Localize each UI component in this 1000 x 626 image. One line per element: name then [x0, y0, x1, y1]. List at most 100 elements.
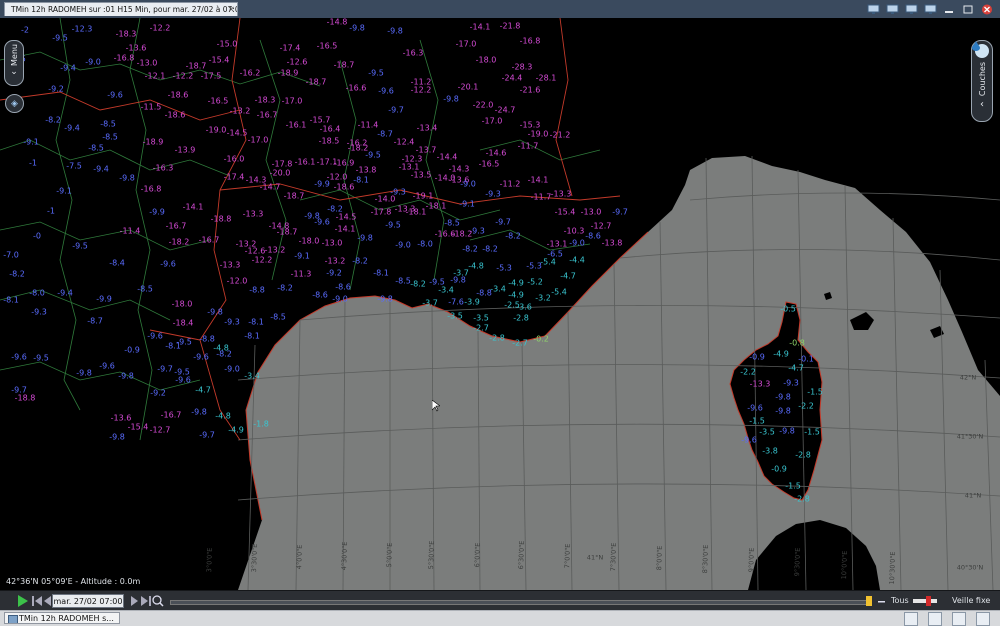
zoom-icon[interactable]	[152, 594, 164, 608]
minus-icon[interactable]	[878, 594, 885, 608]
veille-fixe-label[interactable]: Veille fixe	[952, 596, 990, 605]
temperature-label: -8.1	[353, 175, 369, 185]
temperature-label: -9.2	[150, 388, 166, 398]
play-icon[interactable]	[18, 594, 28, 608]
graticule-label: 7°30'0"E	[609, 542, 618, 572]
temperature-label: -11.4	[357, 120, 379, 130]
speed-slider-track[interactable]	[913, 599, 937, 603]
temperature-label: -18.7	[185, 61, 207, 71]
temperature-label: -13.2	[264, 245, 286, 255]
temperature-label: -9.5	[52, 33, 68, 43]
tray-icon-4[interactable]	[976, 612, 990, 626]
monitor-icon-2[interactable]	[885, 3, 899, 15]
step-back-icon[interactable]	[44, 594, 51, 608]
step-forward-icon[interactable]	[131, 594, 138, 608]
skip-end-icon[interactable]	[141, 594, 151, 608]
timeline-handle[interactable]	[866, 596, 872, 606]
timeline-track[interactable]	[170, 600, 872, 605]
current-date-field[interactable]: mar. 27/02 07:00	[52, 594, 124, 608]
temperature-label: -14.6	[485, 148, 507, 158]
monitor-icon-1[interactable]	[866, 3, 880, 15]
temperature-label: -12.3	[71, 24, 93, 34]
temperature-label: -9.5	[385, 220, 401, 230]
temperature-label: -20.0	[269, 168, 291, 178]
skip-start-icon[interactable]	[32, 594, 42, 608]
temperature-label: -9.5	[72, 241, 88, 251]
layers-tool-icon[interactable]: ◈	[5, 94, 24, 113]
window-tabbar: TMin 12h RADOMEH sur :01 H15 Min, pour m…	[0, 0, 1000, 19]
temperature-label: -9.6	[193, 352, 209, 362]
temperature-label: -13.0	[321, 238, 343, 248]
temperature-label: -9.6	[99, 361, 115, 371]
menu-panel-toggle[interactable]: Menu ⌄	[4, 40, 24, 86]
temperature-label: -16.5	[478, 159, 500, 169]
temperature-label: -17.4	[279, 43, 301, 53]
weather-map[interactable]: -2-9.5-12.3-18.3-12.2-14.8-14.1-21.8-8.5…	[0, 18, 1000, 590]
temperature-label: -14.4	[436, 152, 458, 162]
speed-slider-knob[interactable]	[926, 596, 931, 606]
temperature-label: -3.4	[244, 371, 260, 381]
tray-icon-3[interactable]	[952, 612, 966, 626]
temperature-label: -3.5	[473, 313, 489, 323]
temperature-label: -3.6	[516, 302, 532, 312]
temperature-label: -3.4	[490, 284, 506, 294]
close-icon[interactable]	[980, 3, 994, 15]
chevron-left-icon: ‹	[980, 99, 984, 111]
tab-close-icon[interactable]: ×	[227, 3, 235, 16]
temperature-label: -0	[33, 231, 41, 241]
temperature-label: -8.2	[9, 269, 25, 279]
temperature-label: -8.5	[395, 276, 411, 286]
temperature-label: -9.3	[224, 317, 240, 327]
temperature-label: -9.8	[775, 392, 791, 402]
temperature-label: -5.4	[551, 287, 567, 297]
temperature-label: -2.7	[473, 323, 489, 333]
tray-icon-1[interactable]	[904, 612, 918, 626]
temperature-label: -11.7	[530, 192, 552, 202]
temperature-label: -14.3	[448, 164, 470, 174]
temperature-label: -14.1	[527, 175, 549, 185]
temperature-label: -4.4	[569, 255, 585, 265]
temperature-label: -12.2	[172, 71, 194, 81]
temperature-label: -13.0	[580, 207, 602, 217]
temperature-label: -9.3	[485, 189, 501, 199]
temperature-label: -0.5	[780, 304, 796, 314]
temperature-label: -11.5	[140, 102, 162, 112]
temperature-label: -17.0	[455, 39, 477, 49]
droplet-icon	[972, 41, 989, 58]
temperature-label: -9.8	[377, 294, 393, 304]
temperature-label: -18.3	[254, 95, 276, 105]
monitor-icon-3[interactable]	[904, 3, 918, 15]
monitor-icon-4[interactable]	[923, 3, 937, 15]
temperature-label: -3.5	[759, 427, 775, 437]
temperature-label: -9.6	[160, 259, 176, 269]
temperature-label: -18.7	[333, 60, 355, 70]
temperature-label: -8.4	[109, 258, 125, 268]
temperature-label: -18.4	[172, 318, 194, 328]
temperature-label: -12.6	[286, 57, 308, 67]
temperature-label: -9.8	[779, 426, 795, 436]
temperature-label: -13.6	[110, 413, 132, 423]
temperature-label: -9.5	[368, 68, 384, 78]
temperature-label: -9.7	[495, 217, 511, 227]
temperature-label: -2	[21, 25, 29, 35]
tab-map-title[interactable]: TMin 12h RADOMEH sur :01 H15 Min, pour m…	[4, 2, 238, 16]
temperature-label: -13.7	[415, 145, 437, 155]
temperature-label: -12.1	[144, 71, 166, 81]
temperature-label: -0.9	[771, 464, 787, 474]
layers-panel-toggle[interactable]: Couches ‹	[971, 40, 993, 122]
tray-icon-2[interactable]	[928, 612, 942, 626]
restore-icon[interactable]	[961, 3, 975, 15]
temperature-label: -18.6	[164, 110, 186, 120]
temperature-label: -4.8	[215, 411, 231, 421]
temperature-label: -2.8	[513, 313, 529, 323]
temperature-label: -9.2	[48, 84, 64, 94]
temperature-label: -7.6	[448, 297, 464, 307]
minimize-icon[interactable]	[942, 3, 956, 15]
temperature-label: -3.9	[464, 297, 480, 307]
temperature-label: -8.2	[462, 244, 478, 254]
window-icon	[8, 615, 18, 623]
taskbar-window-button[interactable]: TMin 12h RADOMEH s...	[4, 612, 120, 624]
temperature-label: -1.5	[804, 427, 820, 437]
temperature-label: -18.9	[142, 137, 164, 147]
temperature-label: -8.5	[137, 284, 153, 294]
